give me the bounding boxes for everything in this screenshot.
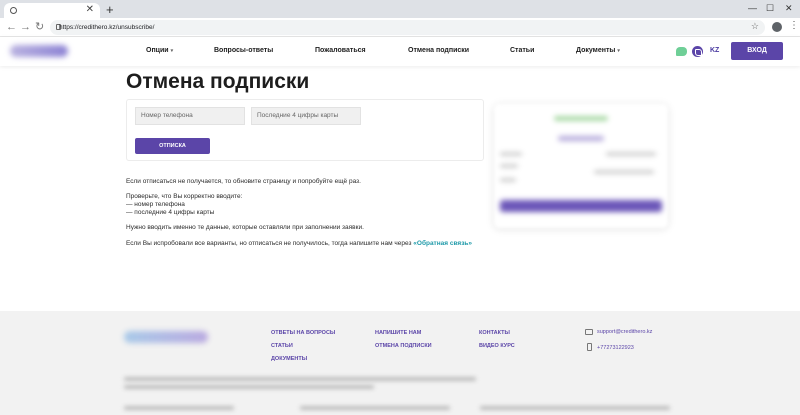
plus-icon[interactable]: + (106, 3, 114, 16)
close-icon[interactable]: ✕ (86, 4, 94, 16)
nav-unsubscribe[interactable]: Отмена подписки (408, 45, 469, 57)
footer-link-unsubscribe[interactable]: ОТМЕНА ПОДПИСКИ (375, 342, 432, 350)
footer-email[interactable]: support@credithero.kz (597, 328, 652, 336)
footer-disclaimer (124, 377, 476, 381)
site-footer: ОТВЕТЫ НА ВОПРОСЫ СТАТЬИ ДОКУМЕНТЫ НАПИШ… (0, 311, 800, 415)
nav-faq[interactable]: Вопросы-ответы (214, 45, 273, 57)
mail-icon (585, 329, 593, 335)
chat-icon[interactable] (676, 47, 687, 56)
site-header: Опции ▾ Вопросы-ответы Пожаловаться Отмен… (0, 37, 800, 66)
nav-articles[interactable]: Статьи (510, 45, 534, 57)
chevron-down-icon: ▾ (617, 48, 620, 54)
nav-documents[interactable]: Документы ▾ (576, 45, 620, 57)
footer-link-articles[interactable]: СТАТЬИ (271, 342, 293, 350)
footer-link-video[interactable]: ВИДЕО КУРС (479, 342, 515, 350)
url-input[interactable]: https://credithero.kz/unsubscribe/ ☆ (50, 20, 765, 35)
help-text-check: Проверьте, что Вы корректно вводите: (126, 193, 243, 200)
footer-phone[interactable]: +77273122923 (597, 344, 634, 352)
footer-disclaimer (124, 385, 374, 389)
footer-logo[interactable] (124, 331, 208, 343)
minimize-icon[interactable]: — (748, 2, 757, 14)
page-title: Отмена подписки (126, 70, 310, 93)
window-close-icon[interactable]: ✕ (785, 2, 793, 14)
language-switch[interactable]: KZ (710, 45, 719, 57)
maximize-icon[interactable]: ☐ (766, 2, 774, 14)
footer-legal (300, 406, 450, 410)
footer-link-faq[interactable]: ОТВЕТЫ НА ВОПРОСЫ (271, 329, 335, 337)
browser-address-bar: ← → ↻ https://credithero.kz/unsubscribe/… (0, 18, 800, 37)
url-text: https://credithero.kz/unsubscribe/ (59, 24, 155, 31)
kebab-icon[interactable]: ⋮ (789, 20, 799, 32)
unsubscribe-form: Номер телефона Последние 4 цифры карты О… (126, 99, 484, 161)
browser-tab[interactable]: ✕ (4, 3, 100, 18)
footer-legal (480, 406, 670, 410)
unsubscribe-button[interactable]: ОТПИСКА (135, 138, 210, 154)
reload-icon[interactable]: ↻ (35, 21, 44, 33)
footer-link-write-us[interactable]: НАПИШИТЕ НАМ (375, 329, 421, 337)
footer-link-contacts[interactable]: КОНТАКТЫ (479, 329, 510, 337)
mobile-phone-icon (587, 343, 592, 351)
help-text-retry: Если отписаться не получается, то обнови… (126, 178, 361, 185)
card-digits-input[interactable]: Последние 4 цифры карты (251, 107, 361, 125)
nav-complain[interactable]: Пожаловаться (315, 45, 366, 57)
site-logo[interactable] (10, 45, 68, 57)
profile-icon[interactable] (772, 22, 782, 32)
feedback-link[interactable]: «Обратная связь» (413, 240, 472, 247)
forward-icon[interactable]: → (20, 21, 31, 33)
nav-options[interactable]: Опции ▾ (146, 45, 173, 57)
login-button[interactable]: ВХОД (731, 42, 783, 60)
footer-copyright (124, 406, 234, 410)
browser-tab-bar: ✕ + — ☐ ✕ (0, 0, 800, 18)
chevron-down-icon: ▾ (170, 48, 174, 54)
help-text-same-data: Нужно вводить именно те данные, которые … (126, 224, 364, 231)
favicon-icon (10, 7, 17, 14)
help-text-card: — последние 4 цифры карты (126, 209, 215, 216)
help-text-feedback: Если Вы испробовали все варианты, но отп… (126, 240, 473, 247)
star-icon[interactable]: ☆ (751, 21, 759, 32)
phone-input[interactable]: Номер телефона (135, 107, 245, 125)
help-text-phone: — номер телефона (126, 201, 185, 208)
phone-icon[interactable] (692, 46, 703, 57)
sample-card-image (494, 104, 668, 228)
footer-link-documents[interactable]: ДОКУМЕНТЫ (271, 355, 307, 363)
back-icon[interactable]: ← (6, 21, 17, 33)
